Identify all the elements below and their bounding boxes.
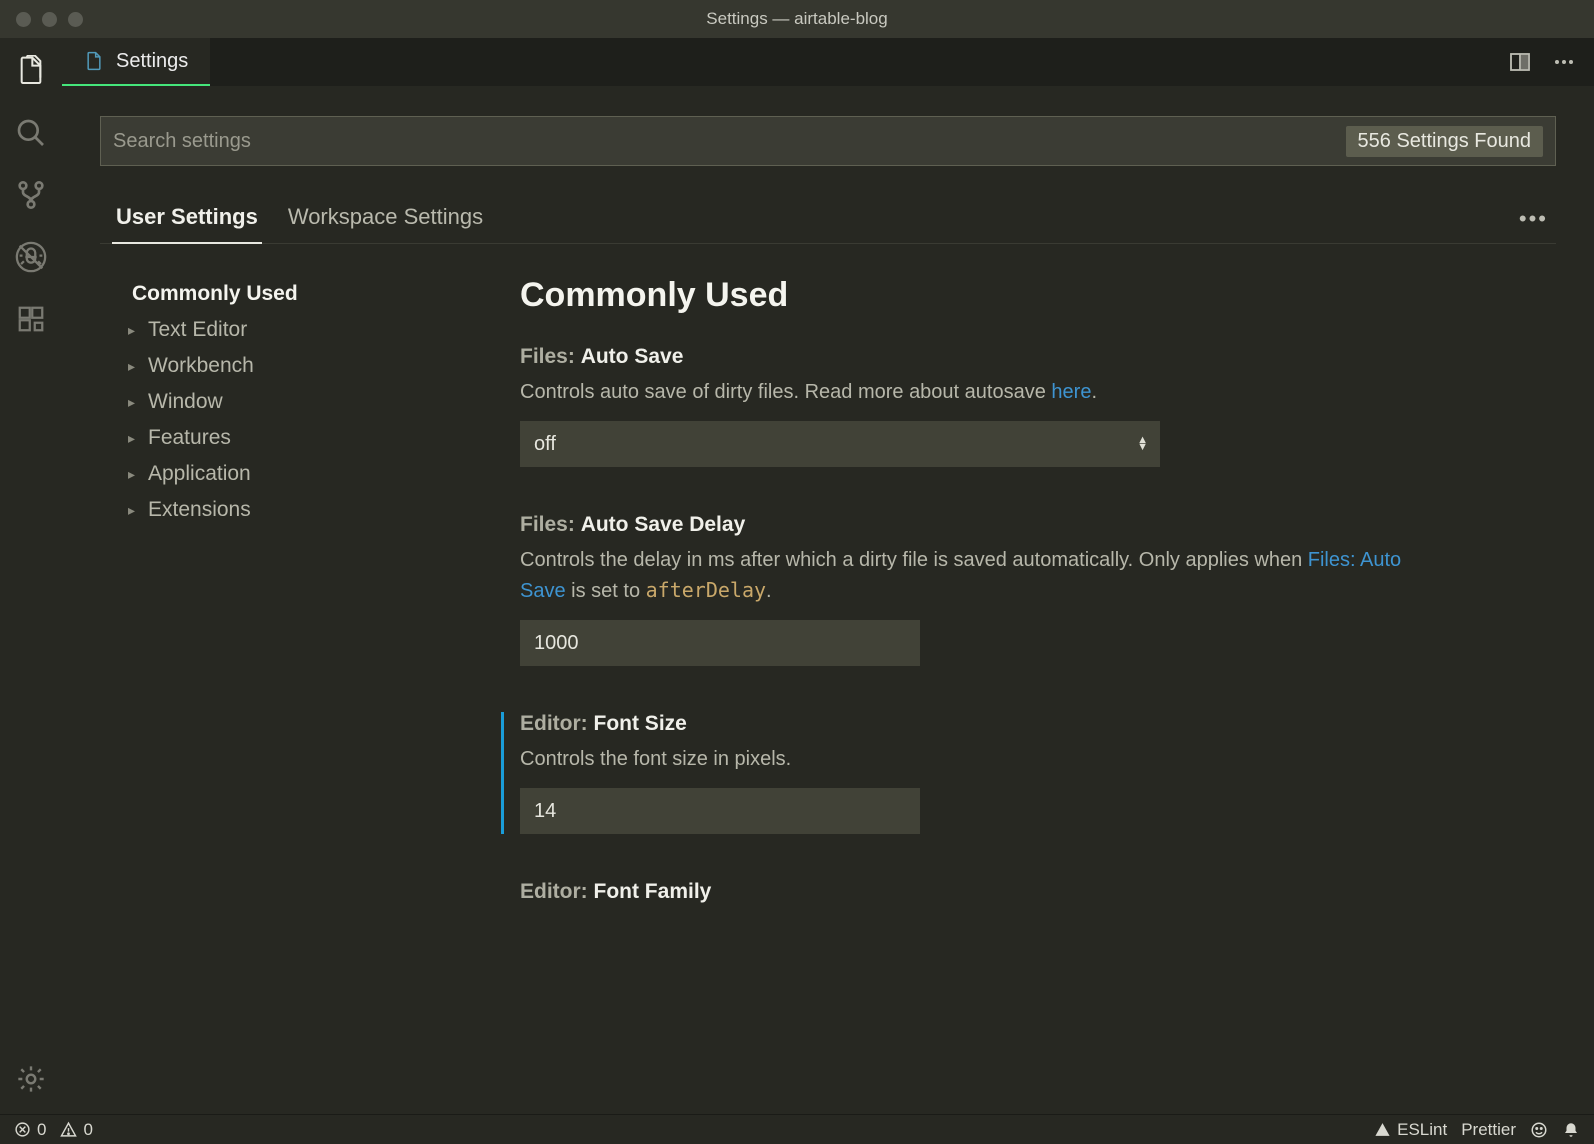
extensions-icon: [16, 304, 46, 334]
no-bug-icon: [14, 240, 48, 274]
chevron-right-icon: ▸: [128, 502, 142, 519]
settings-scope-tabs: User Settings Workspace Settings: [100, 194, 487, 243]
toc-application[interactable]: ▸ Application: [128, 456, 430, 492]
status-warnings[interactable]: 0: [60, 1120, 92, 1140]
error-icon: [14, 1121, 31, 1138]
setting-files-auto-save: Files: Auto Save Controls auto save of d…: [520, 345, 1536, 467]
settings-search: 556 Settings Found: [100, 116, 1556, 166]
files-icon: [15, 55, 47, 87]
minimize-window-button[interactable]: [42, 12, 57, 27]
font-size-input[interactable]: [520, 788, 920, 834]
auto-save-delay-input[interactable]: [520, 620, 920, 666]
settings-more-actions[interactable]: •••: [1519, 206, 1556, 232]
toc-commonly-used[interactable]: Commonly Used: [128, 276, 430, 312]
toc-text-editor[interactable]: ▸ Text Editor: [128, 312, 430, 348]
setting-title: Editor: Font Size: [520, 712, 1536, 736]
window-title: Settings — airtable-blog: [706, 9, 887, 29]
gear-icon: [15, 1063, 47, 1095]
tab-label: Settings: [116, 50, 188, 73]
chevron-right-icon: ▸: [128, 358, 142, 375]
toc-workbench[interactable]: ▸ Workbench: [128, 348, 430, 384]
ellipsis-icon: [1552, 50, 1576, 74]
status-eslint[interactable]: ESLint: [1374, 1120, 1447, 1140]
tab-user-settings[interactable]: User Settings: [112, 194, 262, 244]
bell-icon: [1562, 1121, 1580, 1139]
explorer-activity[interactable]: [12, 52, 50, 90]
select-value: off: [534, 433, 556, 456]
section-heading: Commonly Used: [520, 276, 1536, 315]
settings-toc: Commonly Used ▸ Text Editor ▸ Workbench …: [100, 264, 430, 1114]
chevron-right-icon: ▸: [128, 430, 142, 447]
chevron-right-icon: ▸: [128, 466, 142, 483]
toc-window[interactable]: ▸ Window: [128, 384, 430, 420]
toc-extensions[interactable]: ▸ Extensions: [128, 492, 430, 528]
toc-label: Extensions: [148, 498, 251, 522]
settings-list: Commonly Used Files: Auto Save Controls …: [430, 264, 1556, 1114]
setting-title: Files: Auto Save Delay: [520, 513, 1536, 537]
warning-icon: [1374, 1121, 1391, 1138]
status-bar: 0 0 ESLint Prettier: [0, 1114, 1594, 1144]
setting-description: Controls auto save of dirty files. Read …: [520, 377, 1430, 407]
split-icon: [1508, 50, 1532, 74]
setting-title: Files: Auto Save: [520, 345, 1536, 369]
setting-files-auto-save-delay: Files: Auto Save Delay Controls the dela…: [520, 513, 1536, 666]
toc-label: Commonly Used: [132, 282, 298, 306]
tab-workspace-settings[interactable]: Workspace Settings: [284, 194, 487, 243]
split-editor-button[interactable]: [1508, 50, 1532, 74]
toc-label: Window: [148, 390, 223, 414]
chevron-right-icon: ▸: [128, 322, 142, 339]
status-notifications[interactable]: [1562, 1121, 1580, 1139]
select-caret-icon: ▲▼: [1137, 437, 1148, 451]
toc-label: Workbench: [148, 354, 254, 378]
debug-activity[interactable]: [12, 238, 50, 276]
search-activity[interactable]: [12, 114, 50, 152]
maximize-window-button[interactable]: [68, 12, 83, 27]
smiley-icon: [1530, 1121, 1548, 1139]
chevron-right-icon: ▸: [128, 394, 142, 411]
search-settings-input[interactable]: [113, 130, 1346, 153]
activity-bar: [0, 38, 62, 1114]
settings-count-badge: 556 Settings Found: [1346, 126, 1543, 157]
status-errors[interactable]: 0: [14, 1120, 46, 1140]
extensions-activity[interactable]: [12, 300, 50, 338]
status-prettier[interactable]: Prettier: [1461, 1120, 1516, 1140]
toc-label: Features: [148, 426, 231, 450]
more-actions-button[interactable]: [1552, 50, 1576, 74]
setting-description: Controls the delay in ms after which a d…: [520, 545, 1430, 606]
git-branch-icon: [15, 179, 47, 211]
toc-features[interactable]: ▸ Features: [128, 420, 430, 456]
source-control-activity[interactable]: [12, 176, 50, 214]
setting-title: Editor: Font Family: [520, 880, 1536, 904]
setting-editor-font-size: Editor: Font Size Controls the font size…: [501, 712, 1536, 834]
settings-activity[interactable]: [12, 1060, 50, 1098]
status-feedback[interactable]: [1530, 1121, 1548, 1139]
setting-editor-font-family: Editor: Font Family: [520, 880, 1536, 904]
tab-settings[interactable]: Settings: [62, 38, 210, 86]
toc-label: Application: [148, 462, 251, 486]
titlebar: Settings — airtable-blog: [0, 0, 1594, 38]
close-window-button[interactable]: [16, 12, 31, 27]
editor-tabs: Settings: [62, 38, 1594, 86]
window-controls: [0, 12, 83, 27]
search-icon: [15, 117, 47, 149]
warning-icon: [60, 1121, 77, 1138]
settings-file-icon: [84, 50, 104, 72]
autosave-docs-link[interactable]: here: [1051, 381, 1091, 403]
auto-save-select[interactable]: off ▲▼: [520, 421, 1160, 467]
setting-description: Controls the font size in pixels.: [520, 744, 1430, 774]
toc-label: Text Editor: [148, 318, 247, 342]
